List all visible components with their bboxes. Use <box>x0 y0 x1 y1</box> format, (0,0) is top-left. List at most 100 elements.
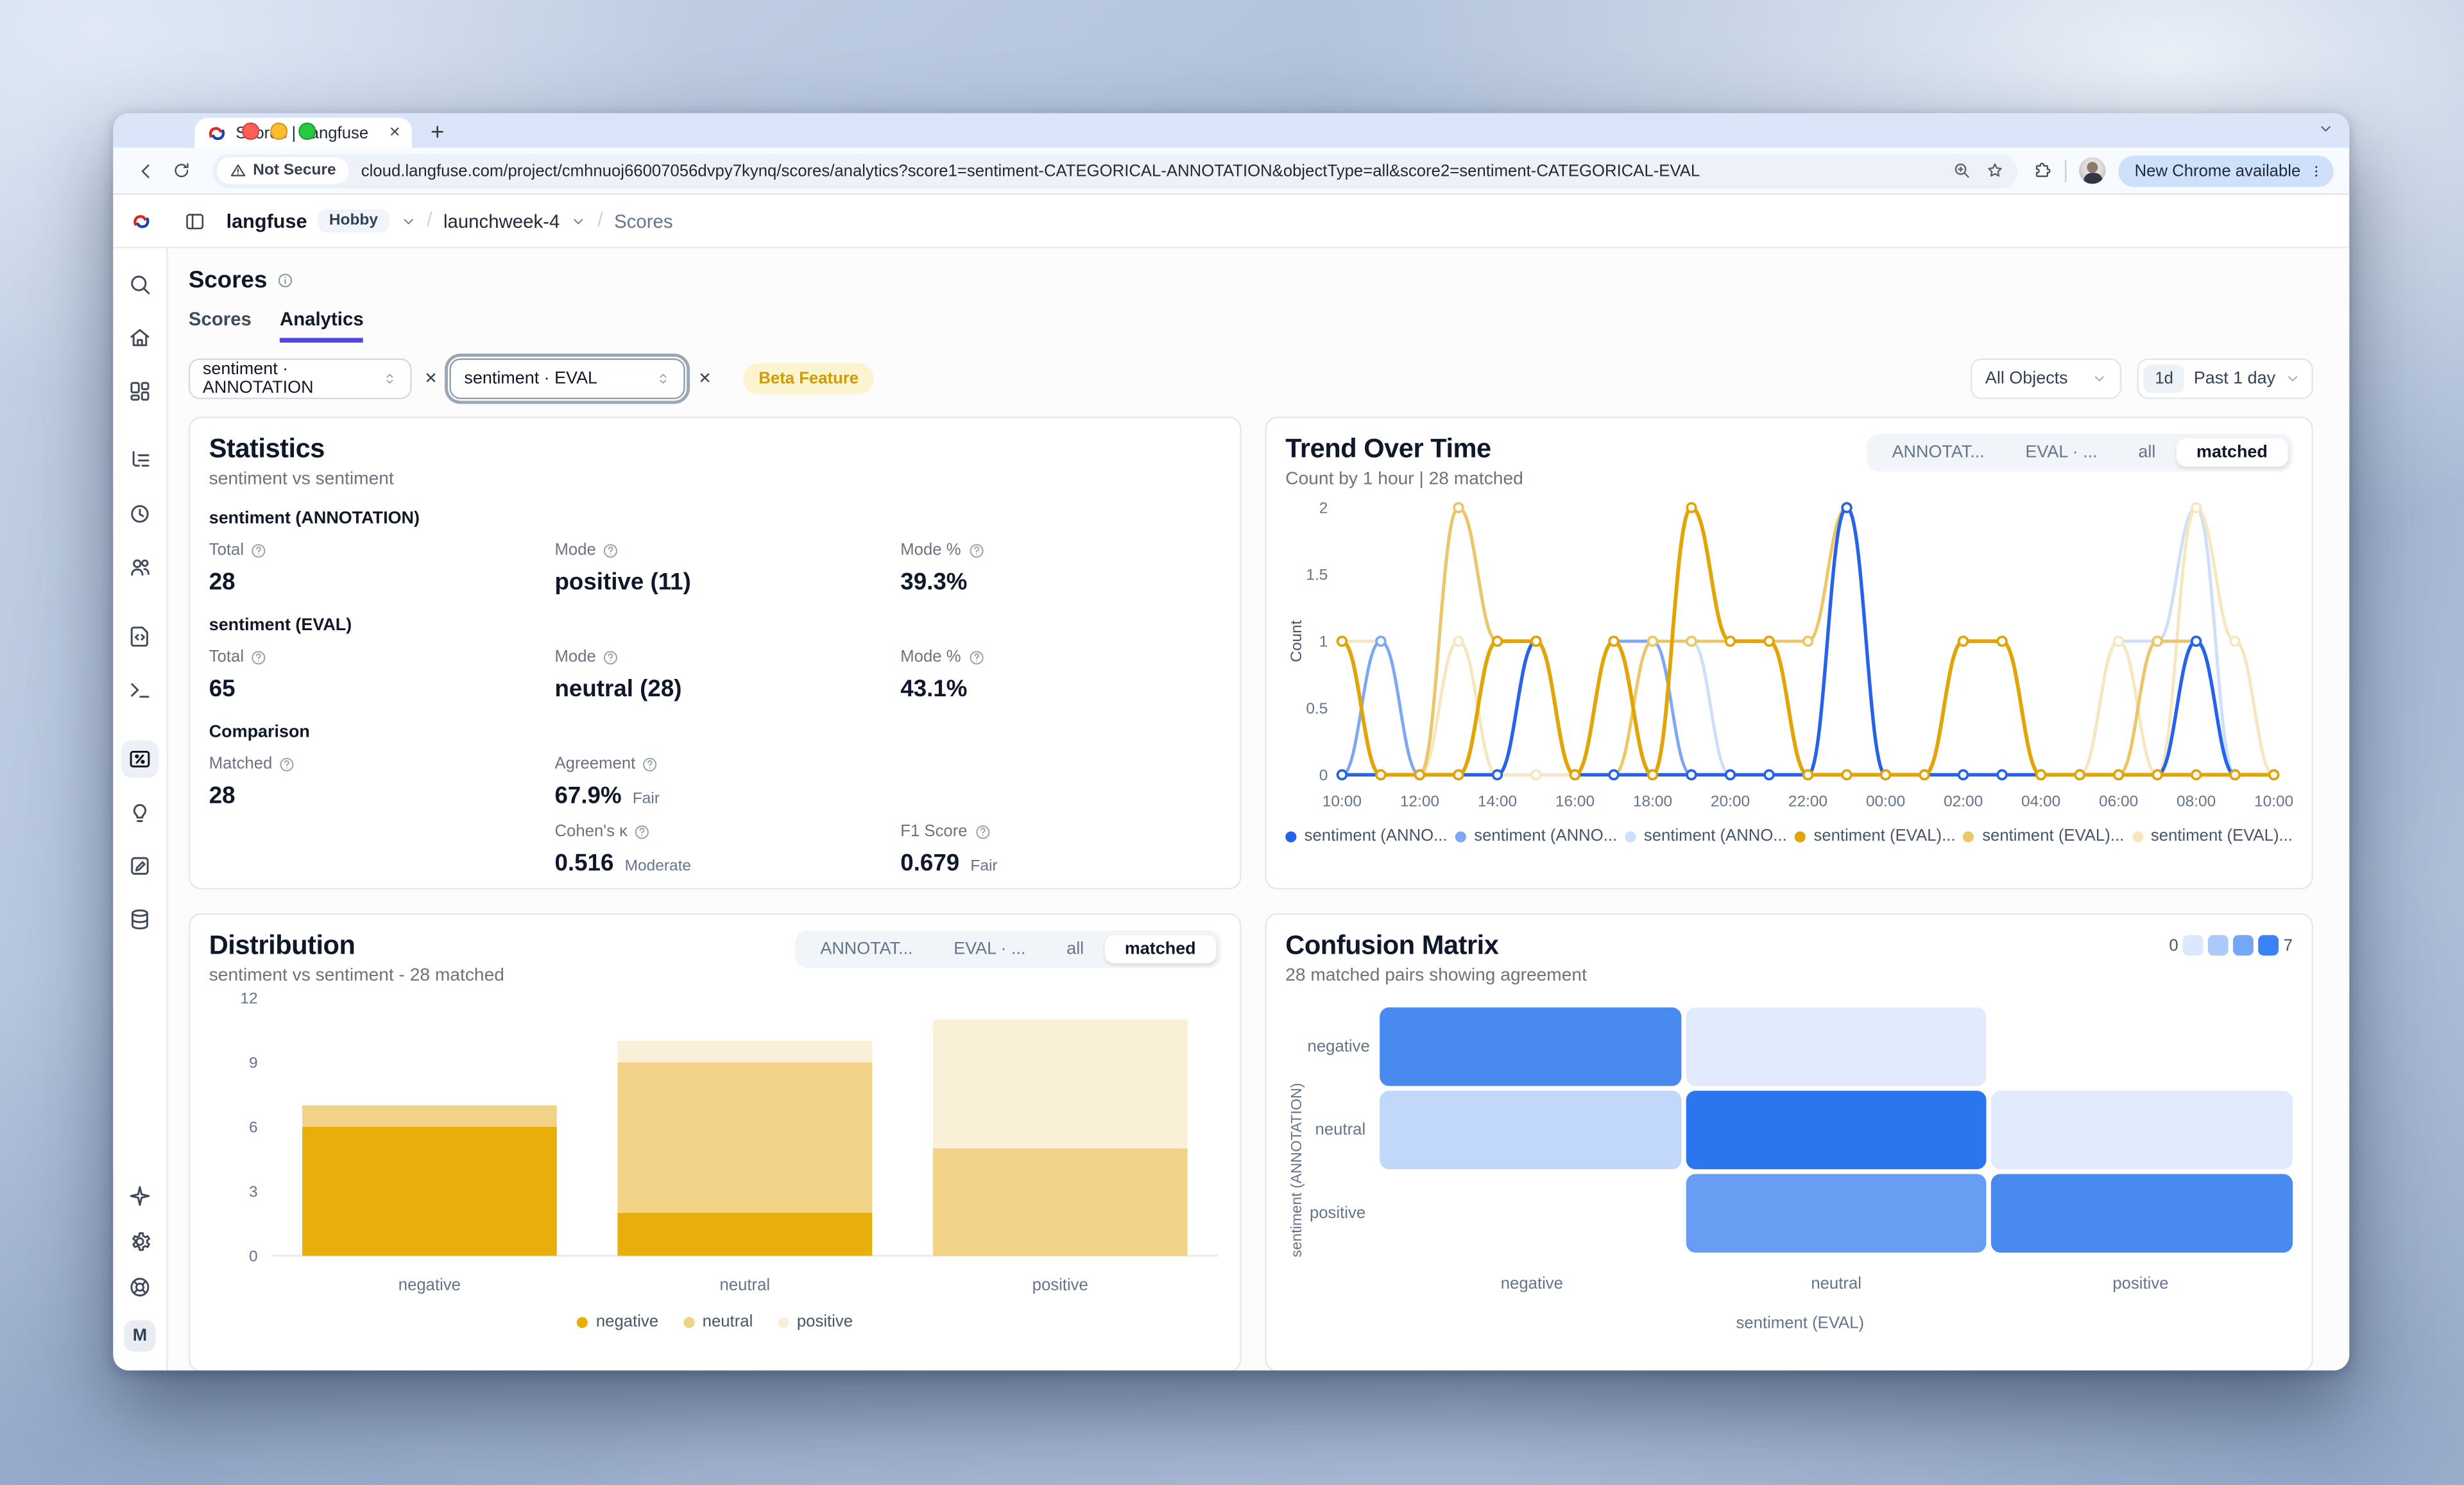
metric-label: Cohen's κ <box>554 822 900 841</box>
new-tab-button[interactable]: + <box>431 121 444 145</box>
score1-value: sentiment · ANNOTATION <box>203 360 366 398</box>
sidebar-item-home-icon[interactable] <box>121 319 159 357</box>
tab-close-icon[interactable]: ✕ <box>389 126 400 140</box>
minimize-window-button[interactable] <box>270 123 287 139</box>
info-icon[interactable] <box>277 272 294 289</box>
help-icon[interactable] <box>634 823 651 840</box>
extensions-puzzle-icon[interactable] <box>2032 160 2053 181</box>
fullscreen-window-button[interactable] <box>298 123 315 139</box>
distribution-toggle-eval[interactable]: EVAL · ... <box>933 935 1046 963</box>
svg-text:negative: negative <box>398 1276 461 1294</box>
sidebar-item-settings-icon[interactable] <box>121 1223 159 1260</box>
help-icon[interactable] <box>250 542 268 559</box>
help-icon[interactable] <box>278 755 296 773</box>
metric-value: 67.9%Fair <box>554 783 900 810</box>
remove-score2-button[interactable]: ✕ <box>686 370 724 388</box>
tab-scores[interactable]: Scores <box>189 308 252 343</box>
sidebar-item-search-icon[interactable] <box>121 266 159 304</box>
distribution-card: Distribution sentiment vs sentiment - 28… <box>189 913 1242 1371</box>
updown-chevron-icon <box>656 371 671 386</box>
distribution-subtitle: sentiment vs sentiment - 28 matched <box>209 966 504 985</box>
sidebar-item-dashboards-icon[interactable] <box>121 372 159 410</box>
org-chevron-icon[interactable] <box>400 213 415 228</box>
metric-matched: Matched 28 <box>209 755 555 810</box>
legend-item: sentiment (ANNO... <box>1455 827 1617 845</box>
distribution-title: Distribution <box>209 931 504 962</box>
trend-chart: 00.511.52Count10:0012:0014:0016:0018:002… <box>1285 489 2293 822</box>
security-chip[interactable]: Not Secure <box>217 157 348 184</box>
sidebar-item-evaluation-icon[interactable] <box>121 794 159 832</box>
breadcrumb-separator: / <box>427 207 432 231</box>
sidebar-item-prompts-icon[interactable] <box>121 617 159 655</box>
tab-search-chevron-icon[interactable] <box>2318 121 2333 137</box>
browser-window: Scores | Langfuse ✕ + Not Secure cloud.l… <box>113 113 2349 1370</box>
sidebar-item-scores-icon[interactable] <box>121 740 159 778</box>
matrix-cell-positive-negative <box>1380 1174 1681 1252</box>
profile-avatar[interactable] <box>2080 157 2107 184</box>
legend-item: negative <box>577 1312 658 1331</box>
distribution-toggle-matched[interactable]: matched <box>1104 935 1216 963</box>
help-icon[interactable] <box>967 542 984 559</box>
user-avatar[interactable]: M <box>124 1320 155 1352</box>
score2-value: sentiment · EVAL <box>464 370 640 388</box>
score2-select[interactable]: sentiment · EVAL <box>450 358 685 399</box>
project-chevron-icon[interactable] <box>570 213 586 228</box>
distribution-toggle-all[interactable]: all <box>1046 935 1104 963</box>
matrix-col-label: negative <box>1380 1275 1684 1293</box>
sidebar-item-support-icon[interactable] <box>121 1268 159 1306</box>
object-type-select[interactable]: All Objects <box>1971 358 2122 399</box>
scale-max: 7 <box>2284 936 2293 954</box>
trend-toggle-all[interactable]: all <box>2118 438 2177 467</box>
chrome-update-label: New Chrome available <box>2135 161 2301 180</box>
browser-toolbar: Not Secure cloud.langfuse.com/project/cm… <box>113 148 2349 194</box>
sidebar-toggle-icon[interactable] <box>184 210 206 232</box>
metric-value: 39.3% <box>900 569 1221 596</box>
metric-f1-score: F1 Score 0.679Fair <box>900 822 1221 877</box>
metric-label: Total <box>209 648 555 666</box>
sidebar-item-annotation-icon[interactable] <box>121 847 159 885</box>
help-icon[interactable] <box>642 755 659 773</box>
trend-card: Trend Over Time Count by 1 hour | 28 mat… <box>1265 416 2313 889</box>
langfuse-app: langfuse Hobby / launchweek-4 / Scores M… <box>113 195 2349 1371</box>
legend-dot <box>1964 830 1974 841</box>
remove-score1-button[interactable]: ✕ <box>412 370 450 388</box>
date-range-select[interactable]: 1d Past 1 day <box>2137 358 2313 399</box>
legend-dot <box>2132 830 2143 841</box>
back-icon[interactable] <box>135 160 157 182</box>
sidebar-item-datasets-icon[interactable] <box>121 900 159 938</box>
reload-icon[interactable] <box>171 160 192 181</box>
zoom-icon[interactable] <box>1953 160 1973 181</box>
close-window-button[interactable] <box>242 123 259 139</box>
help-icon[interactable] <box>967 648 984 665</box>
chrome-update-pill[interactable]: New Chrome available <box>2119 155 2334 186</box>
bookmark-star-icon[interactable] <box>1985 160 2006 181</box>
svg-text:1: 1 <box>1319 633 1328 651</box>
metric-value: 0.679Fair <box>900 850 1221 877</box>
sidebar-item-sparkle-icon[interactable] <box>121 1177 159 1215</box>
svg-text:12: 12 <box>240 990 257 1008</box>
sidebar-item-tracing-icon[interactable] <box>121 442 159 479</box>
confusion-title: Confusion Matrix <box>1285 931 1587 962</box>
statistics-subtitle: sentiment vs sentiment <box>209 470 1221 488</box>
trend-toggle-eval[interactable]: EVAL · ... <box>2005 438 2118 467</box>
sidebar-item-sessions-icon[interactable] <box>121 495 159 533</box>
matrix-cell-positive-neutral <box>1686 1174 1987 1252</box>
help-icon[interactable] <box>603 648 620 665</box>
help-icon[interactable] <box>603 542 620 559</box>
trend-toggle-annotat[interactable]: ANNOTAT... <box>1872 438 2005 467</box>
help-icon[interactable] <box>250 648 268 665</box>
distribution-toggle-annotat[interactable]: ANNOTAT... <box>800 935 934 963</box>
svg-text:08:00: 08:00 <box>2177 793 2216 810</box>
kebab-menu-icon[interactable] <box>2309 162 2324 178</box>
score1-select[interactable]: sentiment · ANNOTATION <box>189 358 412 399</box>
tab-analytics[interactable]: Analytics <box>280 308 364 343</box>
sidebar-item-users-icon[interactable] <box>121 549 159 587</box>
help-icon[interactable] <box>973 823 991 840</box>
org-name[interactable]: langfuse <box>227 210 307 232</box>
sidebar-item-playground-icon[interactable] <box>121 671 159 709</box>
trend-toggle-matched[interactable]: matched <box>2176 438 2288 467</box>
project-name[interactable]: launchweek-4 <box>443 210 560 232</box>
address-bar[interactable]: Not Secure cloud.langfuse.com/project/cm… <box>212 153 2019 188</box>
langfuse-logo[interactable] <box>130 210 151 232</box>
legend-item: sentiment (ANNO... <box>1285 827 1447 845</box>
